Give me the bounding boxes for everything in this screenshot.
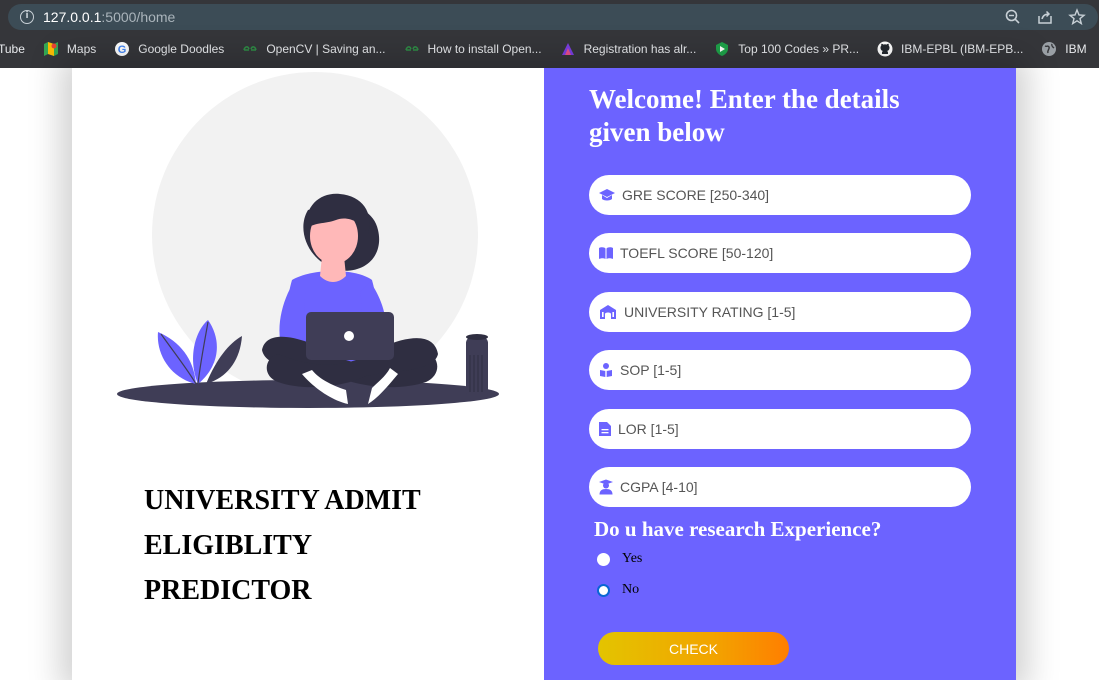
lor-input[interactable] — [618, 421, 938, 437]
bookmark-ibm[interactable]: IBM — [1041, 41, 1087, 57]
site-info-icon[interactable]: i — [20, 10, 34, 24]
bookmark-install-open[interactable]: How to install Open... — [404, 41, 542, 57]
sop-input[interactable] — [620, 362, 940, 378]
research-no-label: No — [622, 582, 640, 597]
bookmark-registration[interactable]: Registration has alr... — [560, 41, 696, 57]
gre-score-input[interactable] — [622, 187, 942, 203]
university-rating-input[interactable] — [624, 304, 944, 320]
book-open-icon — [599, 247, 613, 259]
research-yes-radio[interactable] — [597, 552, 610, 566]
bookmark-youtube[interactable]: Tube — [0, 42, 25, 56]
check-button[interactable]: CHECK — [598, 632, 789, 665]
sop-field[interactable] — [589, 350, 971, 390]
bookmark-star-icon[interactable] — [1068, 8, 1086, 26]
zoom-icon[interactable] — [1004, 8, 1022, 26]
github-icon — [877, 41, 893, 57]
left-panel: UNIVERSITY ADMIT ELIGIBLITY PREDICTOR — [72, 68, 544, 680]
registration-icon — [560, 41, 576, 57]
file-icon — [599, 422, 611, 436]
toefl-score-field[interactable] — [589, 233, 971, 273]
geeksforgeeks-icon — [404, 41, 420, 57]
title-line-2: ELIGIBLITY — [144, 530, 313, 561]
research-yes-option[interactable]: Yes — [597, 551, 642, 567]
university-rating-field[interactable] — [589, 292, 971, 332]
bookmark-google-doodles[interactable]: G Google Doodles — [114, 41, 224, 57]
welcome-heading: Welcome! Enter the details given below — [589, 84, 900, 147]
title-line-3: PREDICTOR — [144, 575, 312, 606]
address-bar[interactable]: i 127.0.0.1:5000/home — [8, 4, 1098, 30]
user-graduate-icon — [599, 479, 613, 495]
page-title: UNIVERSITY ADMIT ELIGIBLITY PREDICTOR — [144, 478, 464, 613]
browser-chrome: i 127.0.0.1:5000/home Tube Maps G Google… — [0, 0, 1099, 68]
url-text[interactable]: 127.0.0.1:5000/home — [43, 9, 175, 25]
share-icon[interactable] — [1036, 8, 1054, 26]
admit-card: UNIVERSITY ADMIT ELIGIBLITY PREDICTOR We… — [72, 68, 1016, 680]
geeksforgeeks-icon — [242, 41, 258, 57]
form-panel: Welcome! Enter the details given below G… — [544, 68, 1016, 680]
shield-icon — [714, 41, 730, 57]
bookmark-ibm-epbl[interactable]: IBM-EPBL (IBM-EPB... — [877, 41, 1023, 57]
research-yes-label: Yes — [622, 551, 643, 566]
page-content: UNIVERSITY ADMIT ELIGIBLITY PREDICTOR We… — [0, 68, 1099, 680]
user-document-icon — [600, 363, 612, 377]
graduation-cap-icon — [599, 189, 615, 201]
maps-icon — [43, 41, 59, 57]
svg-text:G: G — [118, 44, 127, 56]
gre-score-field[interactable] — [589, 175, 971, 215]
university-icon — [600, 305, 616, 319]
globe-icon — [1041, 41, 1057, 57]
woman-with-laptop-illustration — [117, 72, 499, 408]
bookmark-opencv[interactable]: OpenCV | Saving an... — [242, 41, 386, 57]
lor-field[interactable] — [589, 409, 971, 449]
google-icon: G — [114, 41, 130, 57]
research-no-radio[interactable] — [597, 583, 610, 597]
title-line-1: UNIVERSITY ADMIT — [144, 485, 421, 516]
bookmark-maps[interactable]: Maps — [43, 41, 96, 57]
cgpa-field[interactable] — [589, 467, 971, 507]
bookmarks-bar: Tube Maps G Google Doodles OpenCV | Savi… — [0, 36, 1099, 62]
toefl-score-input[interactable] — [620, 245, 940, 261]
research-question: Do u have research Experience? — [594, 517, 882, 541]
cgpa-input[interactable] — [620, 479, 940, 495]
research-no-option[interactable]: No — [597, 582, 639, 598]
bookmark-top-100-codes[interactable]: Top 100 Codes » PR... — [714, 41, 859, 57]
